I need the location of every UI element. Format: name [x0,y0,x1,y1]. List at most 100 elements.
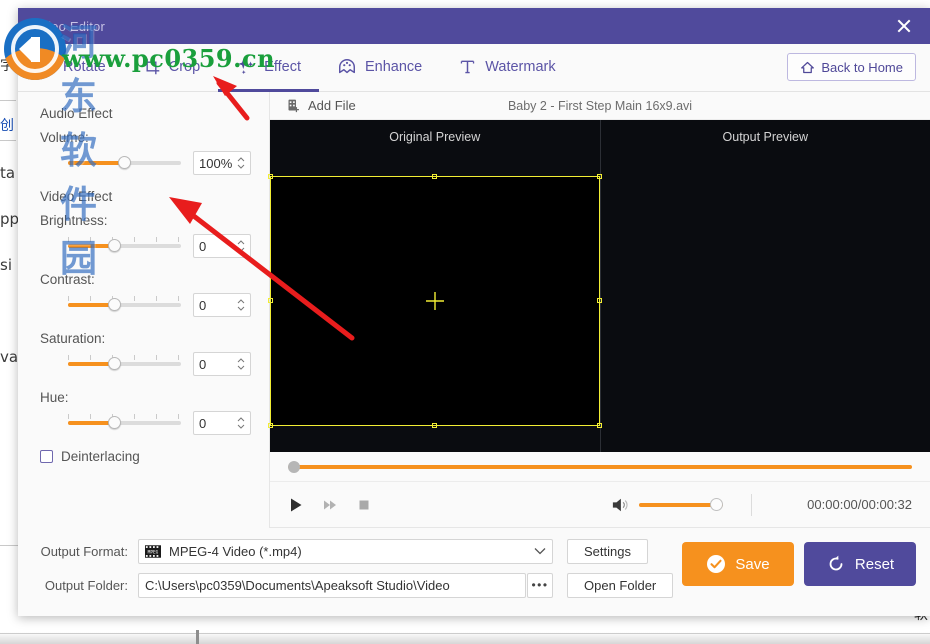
audio-effect-group-title: Audio Effect [40,106,269,121]
add-file-label: Add File [308,98,356,113]
saturation-row: 0 [40,352,269,376]
deinterlacing-checkbox[interactable] [40,450,53,463]
crop-handle-middle-left [268,298,273,303]
check-circle-icon [706,554,726,574]
saturation-slider[interactable] [68,355,181,373]
slider-knob[interactable] [118,156,131,169]
volume-stepper[interactable]: 100% [193,151,251,175]
slider-ticks [68,414,181,420]
center-crosshair-icon [425,291,445,311]
hue-stepper[interactable]: 0 [193,411,251,435]
crop-handle-top-center [432,174,437,179]
tab-rotate[interactable]: Rotate [18,44,124,92]
volume-level-slider[interactable] [639,498,723,512]
timeline-bar [270,452,930,482]
background-bottom-shadow [0,632,930,644]
stepper-arrows[interactable] [237,417,245,429]
slider-knob[interactable] [108,357,121,370]
stepper-arrows[interactable] [237,299,245,311]
output-folder-input[interactable]: C:\Users\pc0359\Documents\Apeaksoft Stud… [138,573,526,598]
brightness-row: 0 [40,234,269,258]
rotate-icon [36,57,55,76]
fast-forward-button[interactable] [322,497,338,513]
crop-handle-bottom-left [268,423,273,428]
brightness-slider[interactable] [68,237,181,255]
timeline-knob[interactable] [288,461,300,473]
tab-effect-label: Effect [264,59,301,75]
stop-button[interactable] [356,497,372,513]
volume-row: 100% [40,151,269,175]
deinterlacing-row[interactable]: Deinterlacing [40,449,269,464]
contrast-row: 0 [40,293,269,317]
saturation-value: 0 [199,357,237,372]
stepper-arrows[interactable] [237,358,245,370]
output-folder-value: C:\Users\pc0359\Documents\Apeaksoft Stud… [145,578,450,593]
contrast-stepper[interactable]: 0 [193,293,251,317]
background-text-fragment-2: 创 [0,115,14,135]
slider-knob[interactable] [108,239,121,252]
slider-fill [68,421,113,425]
chevron-up-icon [237,240,245,245]
brightness-value: 0 [199,239,237,254]
hue-label: Hue: [40,390,269,405]
effect-settings-panel: Audio Effect Volume: 100% Video Effect [18,92,270,528]
output-format-value: MPEG-4 Video (*.mp4) [169,544,534,559]
chevron-up-icon [237,358,245,363]
video-crop-frame[interactable] [270,176,600,426]
play-button[interactable] [288,497,304,513]
fast-forward-icon [322,497,338,513]
video-editor-window: Video Editor Rotate Crop [18,8,930,616]
deinterlacing-label: Deinterlacing [61,449,140,464]
add-file-button[interactable]: Add File [286,98,356,113]
contrast-slider[interactable] [68,296,181,314]
playback-timeline[interactable] [288,460,912,474]
saturation-stepper[interactable]: 0 [193,352,251,376]
browse-folder-button[interactable]: ••• [527,573,553,598]
volume-slider[interactable] [68,154,181,172]
slider-knob[interactable] [108,298,121,311]
back-to-home-button[interactable]: Back to Home [787,53,916,81]
stepper-arrows[interactable] [237,157,245,169]
close-button[interactable] [878,8,930,44]
original-preview-pane[interactable]: Original Preview [270,120,600,452]
chevron-down-icon [534,547,546,555]
tab-effect[interactable]: Effect [218,44,319,92]
chevron-up-icon [237,299,245,304]
tab-crop-label: Crop [169,59,200,75]
output-format-select[interactable]: MPEG MPEG-4 Video (*.mp4) [138,539,553,564]
tab-enhance[interactable]: Enhance [319,44,440,92]
slider-knob[interactable] [108,416,121,429]
back-to-home-label: Back to Home [821,60,903,75]
reset-button[interactable]: Reset [804,542,916,586]
refresh-icon [826,554,846,574]
contrast-value: 0 [199,298,237,313]
save-button[interactable]: Save [682,542,794,586]
output-preview-pane[interactable]: Output Preview [601,120,930,452]
chevron-up-icon [237,417,245,422]
settings-button[interactable]: Settings [567,539,648,564]
crop-handle-top-left [268,174,273,179]
save-label: Save [735,556,769,573]
stepper-arrows[interactable] [237,240,245,252]
speaker-icon[interactable] [611,497,629,513]
tab-watermark[interactable]: Watermark [440,44,573,92]
slider-fill [68,161,124,165]
volume-knob[interactable] [710,498,723,511]
original-preview-caption: Original Preview [270,130,600,144]
background-divider [0,545,18,546]
app-body: Audio Effect Volume: 100% Video Effect [18,92,930,528]
tab-crop[interactable]: Crop [124,44,218,92]
title-bar: Video Editor [18,8,930,44]
slider-fill [68,303,113,307]
current-file-name: Baby 2 - First Step Main 16x9.avi [270,99,930,113]
chevron-up-icon [237,157,245,162]
tab-watermark-label: Watermark [485,59,555,75]
brightness-stepper[interactable]: 0 [193,234,251,258]
saturation-label: Saturation: [40,331,269,346]
hue-slider[interactable] [68,414,181,432]
crop-handle-bottom-center [432,423,437,428]
contrast-label: Contrast: [40,272,269,287]
text-t-icon [458,57,477,76]
open-folder-button[interactable]: Open Folder [567,573,673,598]
window-title: Video Editor [32,19,105,34]
